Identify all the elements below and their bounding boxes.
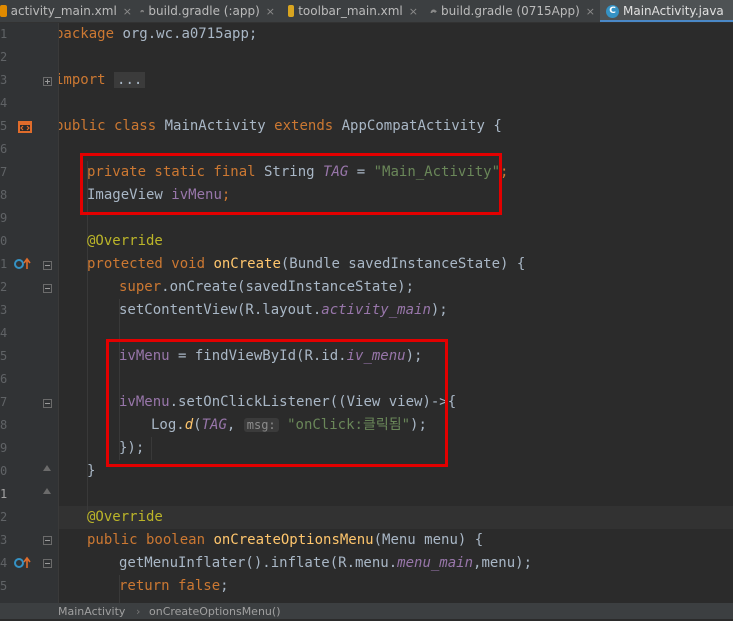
- code-line-20: }: [87, 463, 96, 479]
- tab-label: build.gradle (0715App): [441, 4, 580, 18]
- fold-collapse-icon[interactable]: [43, 261, 52, 270]
- line-number: 2: [0, 280, 8, 294]
- line-number: 3: [0, 73, 8, 87]
- highlight-box-fields: [80, 153, 502, 215]
- line-number: 0: [0, 464, 8, 478]
- line-number: 5: [0, 349, 8, 363]
- line-number: 4: [0, 326, 8, 340]
- line-number: 1: [0, 487, 8, 501]
- code-line-5: public class MainActivity extends AppCom…: [59, 118, 502, 134]
- override-method-icon[interactable]: [14, 556, 32, 570]
- line-number: 4: [0, 556, 8, 570]
- line-number: 6: [0, 372, 8, 386]
- breadcrumb: MainActivity › onCreateOptionsMenu(): [0, 603, 733, 619]
- line-number: 9: [0, 441, 8, 455]
- tab-toolbar-main-xml[interactable]: toolbar_main.xml ×: [288, 0, 418, 22]
- code-line-1: package org.wc.a0715app;: [59, 26, 258, 42]
- fold-collapse-icon[interactable]: [43, 284, 52, 293]
- android-layout-icon[interactable]: [17, 118, 33, 134]
- tab-label: toolbar_main.xml: [298, 4, 403, 18]
- gradle-icon: [430, 9, 437, 14]
- code-line-11: protected void onCreate(Bundle savedInst…: [87, 256, 526, 272]
- folded-imports[interactable]: ...: [114, 72, 146, 88]
- line-number: 8: [0, 418, 8, 432]
- fold-collapse-icon[interactable]: [43, 559, 52, 568]
- line-number: 5: [0, 119, 8, 133]
- line-number: 3: [0, 533, 8, 547]
- line-number: 6: [0, 142, 8, 156]
- code-line-22: @Override: [87, 509, 163, 525]
- code-line-13: setContentView(R.layout.activity_main);: [119, 302, 448, 318]
- line-number: 5: [0, 579, 8, 593]
- line-number: 2: [0, 510, 8, 524]
- line-number: 1: [0, 27, 8, 41]
- line-number: 2: [0, 50, 8, 64]
- class-icon: C: [606, 4, 619, 18]
- close-icon[interactable]: ×: [266, 5, 275, 18]
- fold-collapse-icon[interactable]: [43, 536, 52, 545]
- breadcrumb-class[interactable]: MainActivity: [58, 603, 125, 621]
- close-icon[interactable]: ×: [586, 5, 595, 18]
- line-number: 7: [0, 395, 8, 409]
- code-line-24: getMenuInflater().inflate(R.menu.menu_ma…: [119, 555, 533, 571]
- code-editor[interactable]: package org.wc.a0715app; import ... publ…: [59, 23, 733, 603]
- tab-main-activity-java[interactable]: C MainActivity.java: [600, 0, 733, 22]
- tab-activity-main-xml[interactable]: activity_main.xml ×: [0, 0, 132, 22]
- xml-file-icon: [0, 5, 7, 17]
- highlight-box-listener: [106, 339, 448, 467]
- override-method-icon[interactable]: [14, 257, 32, 271]
- code-line-23: public boolean onCreateOptionsMenu(Menu …: [87, 532, 484, 548]
- line-number: 8: [0, 188, 8, 202]
- tab-build-gradle-project[interactable]: build.gradle (0715App) ×: [430, 0, 595, 22]
- code-line-3: import ...: [59, 69, 146, 92]
- code-line-25: return false;: [119, 578, 229, 594]
- editor-tab-bar: activity_main.xml × build.gradle (:app) …: [0, 0, 733, 23]
- line-number: 9: [0, 211, 8, 225]
- fold-expand-icon[interactable]: [43, 77, 52, 86]
- tab-label: MainActivity.java: [623, 4, 724, 18]
- line-number-gutter[interactable]: 12345678901234567890123456: [0, 23, 59, 616]
- line-number: 0: [0, 234, 8, 248]
- breadcrumb-separator: ›: [136, 605, 141, 618]
- line-number: 7: [0, 165, 8, 179]
- xml-file-icon: [288, 5, 295, 17]
- fold-end-icon[interactable]: [43, 465, 51, 473]
- tab-build-gradle-app[interactable]: build.gradle (:app) ×: [140, 0, 275, 22]
- code-line-12: super.onCreate(savedInstanceState);: [119, 279, 415, 295]
- close-icon[interactable]: ×: [123, 5, 132, 18]
- tab-label: build.gradle (:app): [148, 4, 260, 18]
- breadcrumb-method[interactable]: onCreateOptionsMenu(): [149, 603, 280, 621]
- fold-collapse-icon[interactable]: [43, 399, 52, 408]
- code-line-10: @Override: [87, 233, 163, 249]
- fold-end-icon[interactable]: [43, 488, 51, 496]
- line-number: 1: [0, 257, 8, 271]
- tab-label: activity_main.xml: [10, 4, 117, 18]
- close-icon[interactable]: ×: [409, 5, 418, 18]
- line-number: 4: [0, 96, 8, 110]
- line-number: 3: [0, 303, 8, 317]
- gradle-icon: [140, 10, 145, 13]
